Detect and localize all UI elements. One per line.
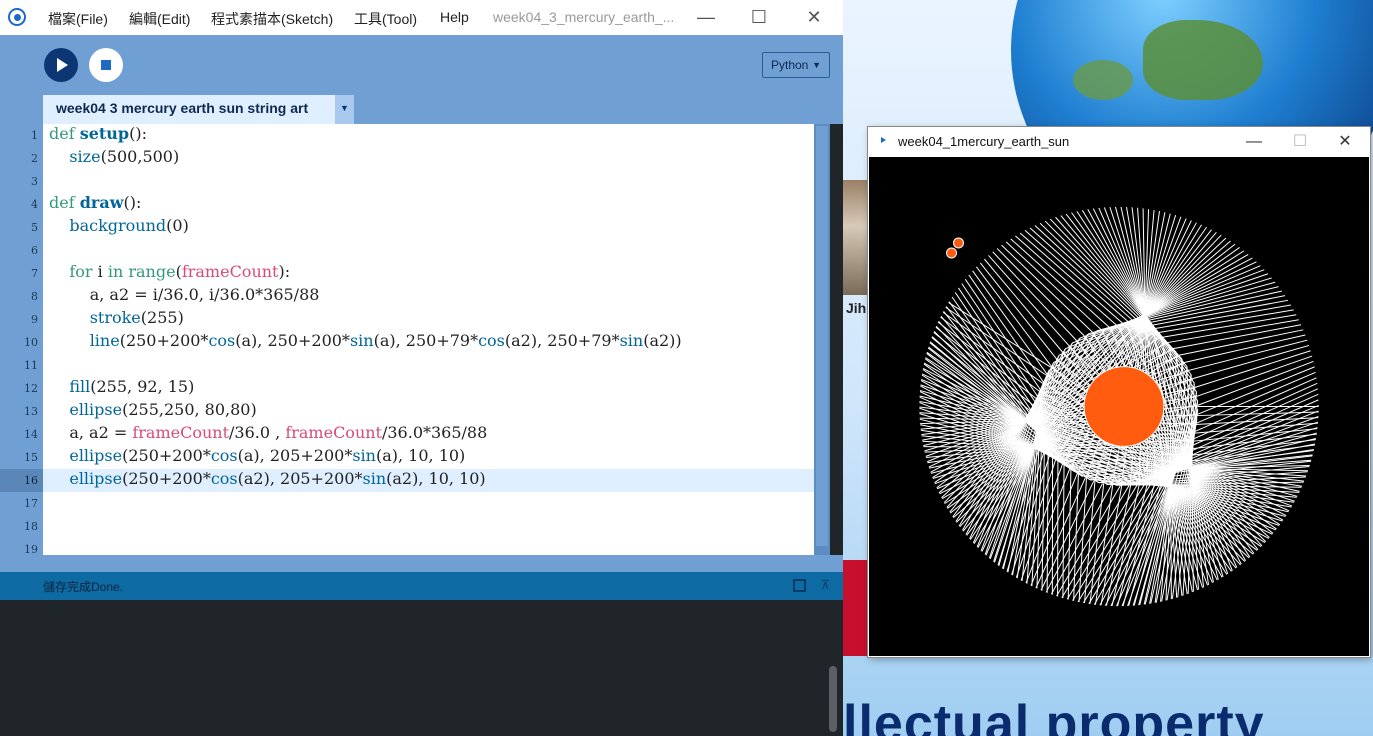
code-line: def setup(): bbox=[49, 124, 147, 143]
code-line: a, a2 = frameCount/36.0 , frameCount/36.… bbox=[49, 423, 488, 442]
maximize-button[interactable]: ☐ bbox=[739, 4, 779, 30]
line-number: 3 bbox=[31, 175, 38, 188]
maximize-icon: ☐ bbox=[1292, 133, 1308, 150]
errors-icon[interactable]: ⊼ bbox=[821, 578, 835, 592]
code-line: fill(255, 92, 15) bbox=[69, 377, 195, 396]
line-number: 17 bbox=[24, 497, 38, 510]
sketch-close-button[interactable]: ✕ bbox=[1323, 129, 1367, 155]
menu-tool[interactable]: 工具(Tool) bbox=[354, 9, 417, 29]
line-number: 13 bbox=[24, 405, 38, 418]
code-line: ellipse(255,250, 80,80) bbox=[69, 400, 257, 419]
line-number: 5 bbox=[31, 221, 38, 234]
mode-label: Python bbox=[771, 58, 809, 72]
line-number: 11 bbox=[24, 359, 38, 372]
console-icon[interactable] bbox=[793, 579, 806, 592]
sketch-canvas[interactable] bbox=[869, 157, 1369, 656]
line-number: 7 bbox=[31, 267, 38, 280]
line-number-gutter: 1 2 3 4 5 6 7 8 9 10 11 12 13 14 15 16 17 18 19 bbox=[0, 124, 43, 555]
mode-selector[interactable]: Python ▼ bbox=[762, 52, 830, 78]
processing-app-icon[interactable] bbox=[8, 8, 26, 26]
stop-button[interactable] bbox=[89, 48, 123, 82]
line-number: 19 bbox=[24, 543, 38, 555]
close-icon: ✕ bbox=[1338, 133, 1352, 150]
minimize-button[interactable]: — bbox=[686, 4, 726, 30]
close-icon: ✕ bbox=[806, 7, 822, 27]
line-number: 15 bbox=[24, 451, 38, 464]
console-area[interactable] bbox=[0, 600, 843, 736]
minimize-icon: — bbox=[697, 7, 715, 27]
code-line: stroke(255) bbox=[89, 308, 184, 327]
line-number: 10 bbox=[24, 336, 38, 349]
line-number: 9 bbox=[31, 313, 38, 326]
processing-app-icon bbox=[881, 137, 886, 143]
globe-continent bbox=[1073, 60, 1133, 100]
code-line: ellipse(250+200*cos(a), 205+200*sin(a), … bbox=[69, 446, 466, 465]
chevron-down-icon: ▼ bbox=[340, 103, 349, 113]
menu-sketch[interactable]: 程式素描本(Sketch) bbox=[211, 9, 333, 29]
menu-help[interactable]: Help bbox=[440, 9, 469, 25]
editor-scrollbar-thumb[interactable] bbox=[816, 126, 828, 546]
sun-circle bbox=[1083, 366, 1165, 447]
sketch-window-title: week04_1mercury_earth_sun bbox=[898, 134, 1070, 149]
background-red-banner bbox=[843, 560, 871, 656]
line-number: 8 bbox=[31, 290, 38, 303]
code-line: a, a2 = i/36.0, i/36.0*365/88 bbox=[49, 285, 320, 304]
background-photo bbox=[843, 180, 871, 295]
code-editor[interactable]: def setup(): size(500,500) def draw(): b… bbox=[43, 124, 814, 555]
line-number: 14 bbox=[24, 428, 38, 441]
line-number: 4 bbox=[31, 198, 38, 211]
maximize-icon: ☐ bbox=[750, 7, 768, 27]
line-number: 16 bbox=[24, 474, 38, 487]
line-number: 18 bbox=[24, 520, 38, 533]
sketch-maximize-button[interactable]: ☐ bbox=[1278, 129, 1322, 155]
status-message: 儲存完成Done. bbox=[43, 580, 124, 594]
code-line: line(250+200*cos(a), 250+200*sin(a), 250… bbox=[89, 331, 682, 350]
close-button[interactable]: ✕ bbox=[794, 4, 834, 30]
earth-dot bbox=[946, 247, 958, 259]
code-line: size(500,500) bbox=[69, 147, 180, 166]
tab-menu-button[interactable]: ▼ bbox=[335, 95, 354, 124]
line-number: 1 bbox=[31, 129, 38, 142]
menu-bar: 檔案(File) 編輯(Edit) 程式素描本(Sketch) 工具(Tool)… bbox=[0, 0, 843, 35]
toolbar bbox=[0, 35, 843, 95]
line-number: 2 bbox=[31, 152, 38, 165]
editor-footer bbox=[0, 555, 843, 572]
minimize-icon: — bbox=[1246, 133, 1262, 150]
sketch-window: week04_1mercury_earth_sun — ☐ ✕ bbox=[868, 127, 1370, 657]
background-banner-text: llectual property bbox=[843, 695, 1265, 736]
console-scrollbar-thumb[interactable] bbox=[829, 666, 837, 732]
window-title: week04_3_mercury_earth_... bbox=[493, 9, 675, 25]
code-line-active: ellipse(250+200*cos(a2), 205+200*sin(a2)… bbox=[69, 469, 486, 488]
tab-sketch[interactable]: week04 3 mercury earth sun string art bbox=[43, 95, 335, 124]
mercury-dot bbox=[953, 237, 964, 249]
line-number: 6 bbox=[31, 244, 38, 257]
line-number: 12 bbox=[24, 382, 38, 395]
status-bar bbox=[0, 572, 843, 600]
code-line: def draw(): bbox=[49, 193, 142, 212]
menu-file[interactable]: 檔案(File) bbox=[48, 9, 108, 29]
processing-ide-window: 檔案(File) 編輯(Edit) 程式素描本(Sketch) 工具(Tool)… bbox=[0, 0, 843, 736]
chevron-down-icon: ▼ bbox=[812, 60, 821, 70]
background-text: Jih bbox=[846, 300, 867, 316]
sketch-minimize-button[interactable]: — bbox=[1232, 129, 1276, 155]
menu-edit[interactable]: 編輯(Edit) bbox=[129, 9, 190, 29]
sketch-title-bar[interactable]: week04_1mercury_earth_sun — ☐ ✕ bbox=[868, 127, 1370, 157]
code-line: background(0) bbox=[69, 216, 189, 235]
code-line: for i in range(frameCount): bbox=[69, 262, 291, 281]
run-button[interactable] bbox=[44, 48, 78, 82]
